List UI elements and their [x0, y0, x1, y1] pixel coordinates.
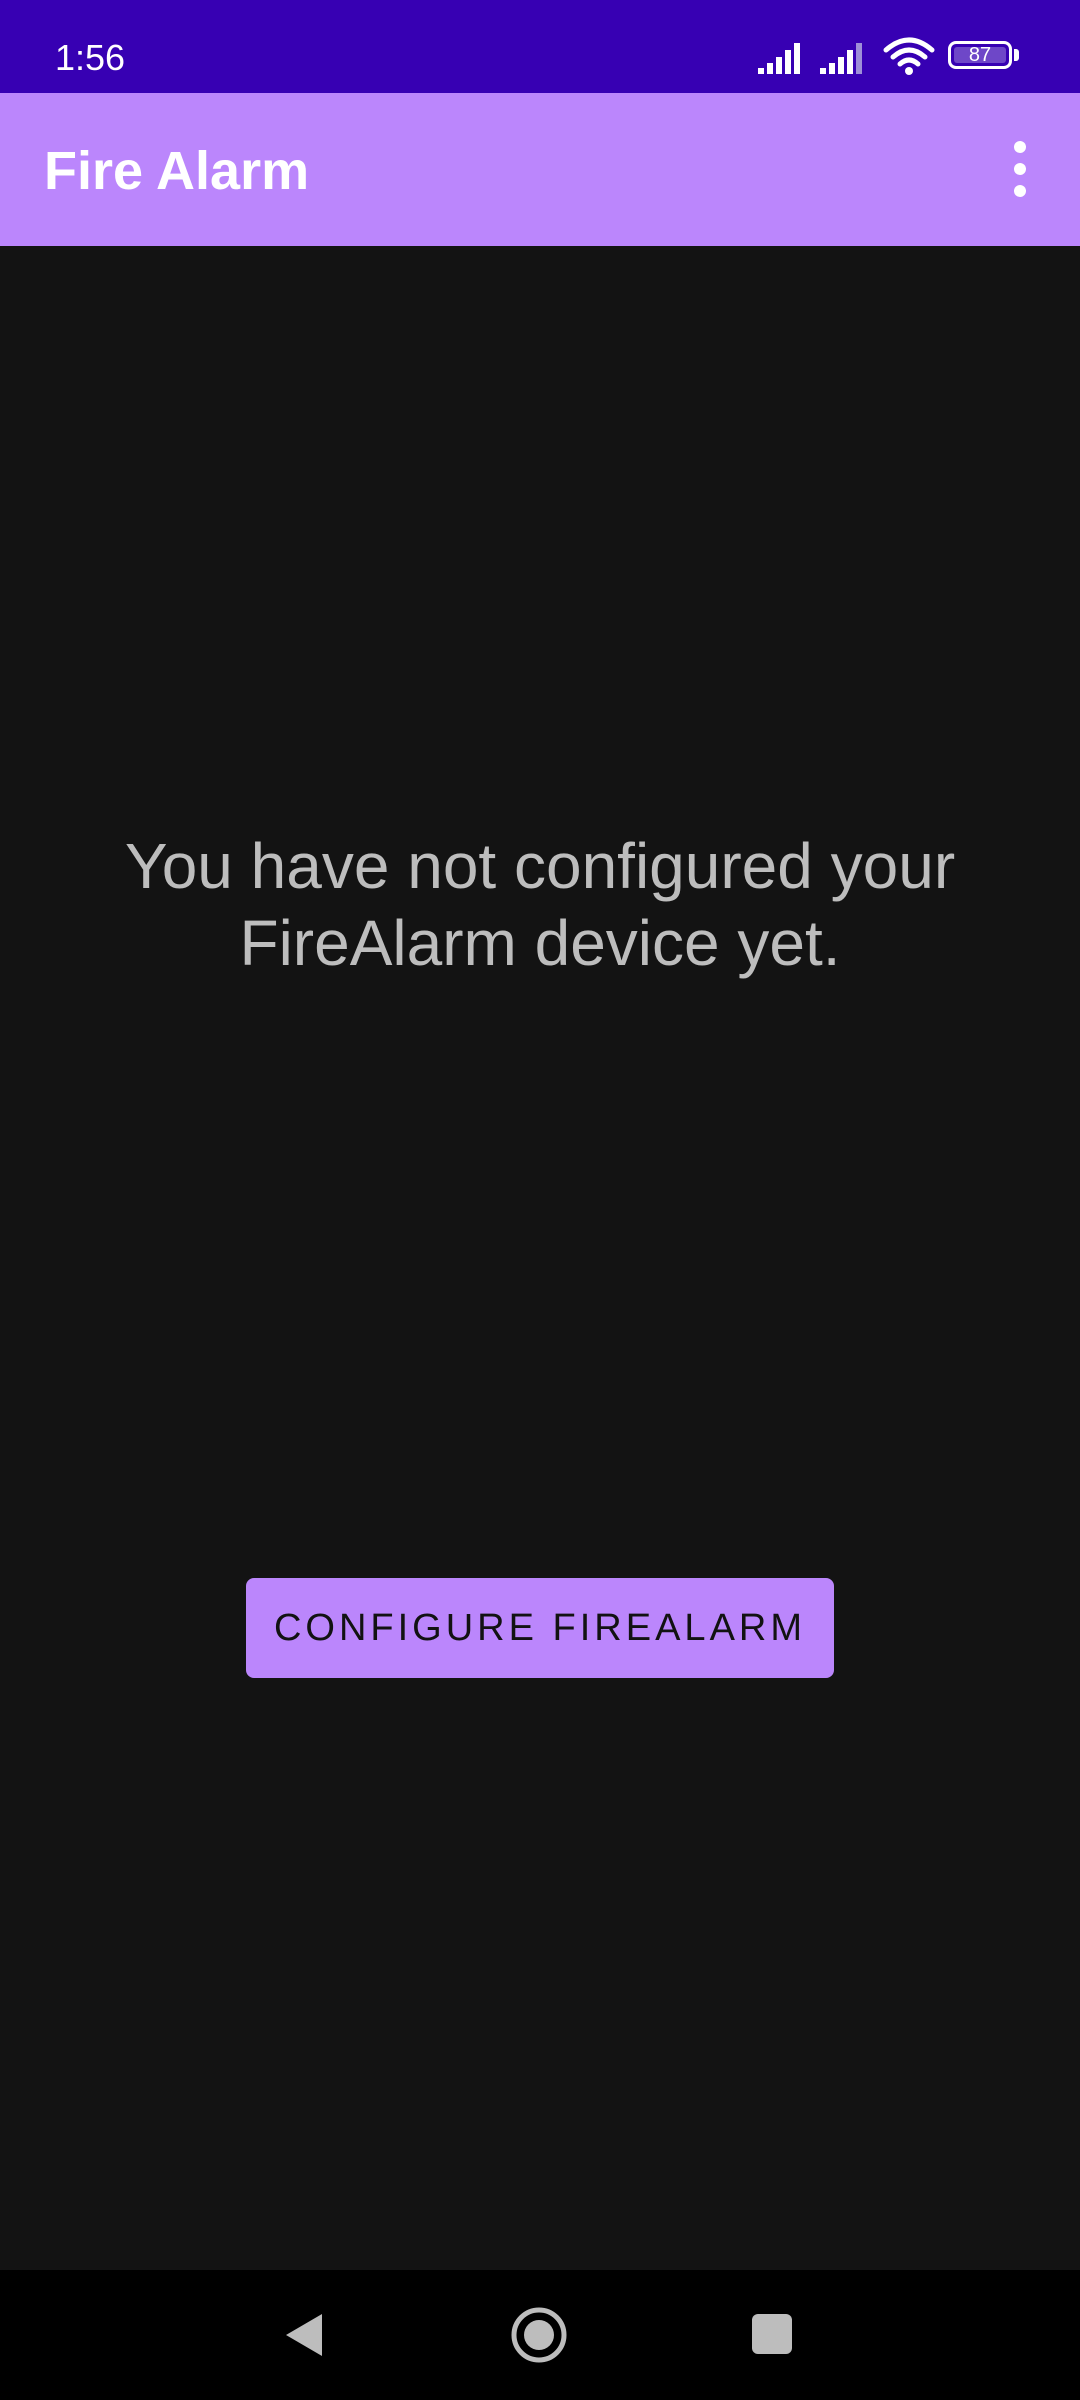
- not-configured-message: You have not configured your FireAlarm d…: [124, 830, 956, 979]
- signal-icon: [758, 43, 800, 74]
- status-bar: 1:56 87: [0, 0, 1080, 93]
- battery-tip: [1014, 49, 1019, 61]
- recents-icon[interactable]: [752, 2314, 792, 2354]
- nav-bar: [0, 2270, 1080, 2400]
- app-title: Fire Alarm: [44, 141, 310, 201]
- app-bar: Fire Alarm: [0, 93, 1080, 246]
- configure-firealarm-button[interactable]: CONFIGURE FIREALARM: [246, 1578, 834, 1678]
- wifi-icon: [883, 37, 935, 75]
- battery-icon: 87: [948, 41, 1012, 69]
- status-time: 1:56: [55, 37, 126, 78]
- back-icon[interactable]: [284, 2312, 324, 2358]
- signal-icon: [820, 43, 862, 74]
- home-icon[interactable]: [510, 2306, 568, 2364]
- status-icons: 87: [758, 36, 1020, 80]
- more-vert-icon[interactable]: [970, 119, 1070, 219]
- screen: 1:56 87 Fire Alarm You have not configur…: [0, 0, 1080, 2400]
- battery-level: 87: [968, 44, 992, 66]
